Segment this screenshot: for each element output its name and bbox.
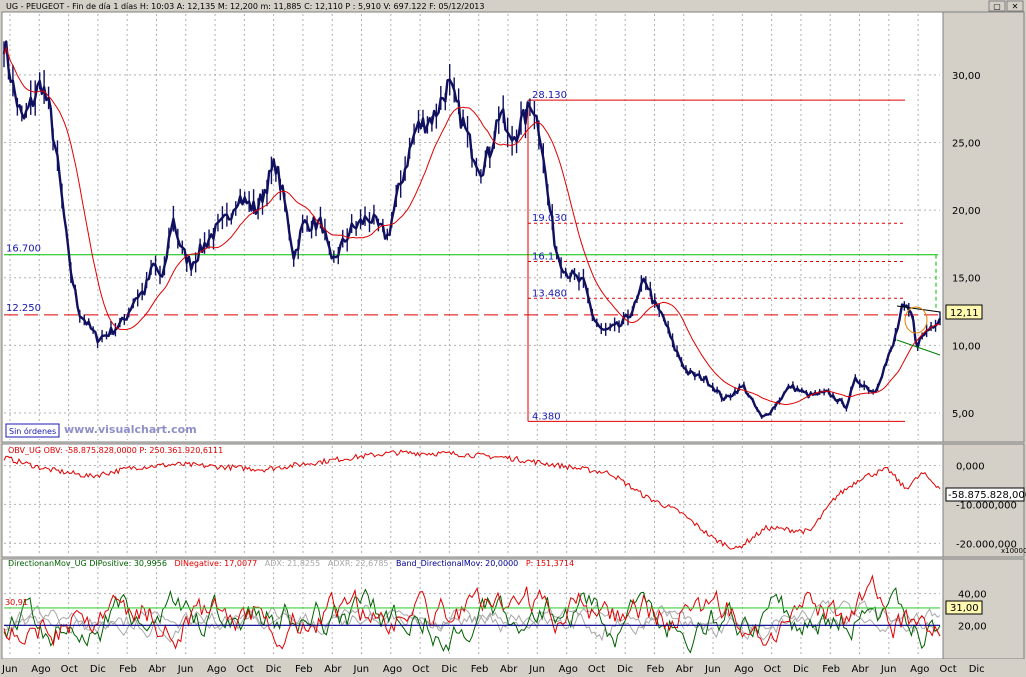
time-axis-label: Oct: [412, 664, 429, 675]
dmi-legend: DirectionanMov_UG DIPositive: 30,9956 DI…: [8, 559, 574, 568]
price-tick-label: 15,00: [952, 274, 981, 285]
chart-canvas: UG - PEUGEOT - Fin de día 1 días H: 10:0…: [0, 0, 1026, 677]
time-axis-label: Abr: [500, 664, 518, 675]
time-axis-label: Ago: [207, 664, 226, 675]
time-axis-label: Oct: [588, 664, 605, 675]
time-axis-label: Feb: [646, 664, 664, 675]
time-axis-label: Feb: [119, 664, 137, 675]
level-label-19030: 19.030: [532, 213, 567, 224]
time-axis-label: Dic: [617, 664, 633, 675]
time-axis-label: Abr: [676, 664, 694, 675]
dmi-current-label: 31,00: [950, 603, 979, 614]
time-axis-label: Dic: [969, 664, 985, 675]
obv-current-label: -58.875.828,000: [948, 490, 1026, 501]
legend-adxr: ADXR: 22,6785: [328, 559, 389, 568]
price-tick-label: 10,00: [952, 341, 981, 352]
time-axis-label: Jun: [528, 664, 545, 675]
time-axis-label: Ago: [734, 664, 753, 675]
time-axis-label: Dic: [793, 664, 809, 675]
level-label-13480: 13.480: [532, 288, 567, 299]
time-axis-label: Oct: [236, 664, 253, 675]
window-title: UG - PEUGEOT - Fin de día 1 días H: 10:0…: [6, 2, 484, 11]
legend-band: Band_DirectionalMov: 20,0000: [396, 559, 518, 568]
price-tick-label: 20,00: [952, 206, 981, 217]
obv-scale-note: x10000: [1001, 547, 1026, 555]
dmi-tick-label: 40,00: [958, 590, 987, 601]
price-tick-label: 5,00: [952, 409, 974, 420]
close-icon: ✕: [1012, 2, 1019, 11]
time-axis-label: Abr: [148, 664, 166, 675]
time-axis-label: Ago: [910, 664, 929, 675]
legend-p: P: 151,3714: [526, 559, 574, 568]
dmi-panel[interactable]: [1, 558, 944, 660]
watermark: www.visualchart.com: [64, 423, 197, 436]
current-price-label: 12,11: [950, 308, 979, 319]
level-label-16200: 16.1: [532, 251, 554, 262]
level-label-16700: 16.700: [6, 244, 41, 255]
dmi-left-value: 30,91: [5, 598, 28, 607]
legend-di-positive: DirectionanMov_UG DIPositive: 30,9956: [8, 559, 167, 568]
legend-di-negative: DINegative: 17,0077: [174, 559, 257, 568]
time-axis-label: Oct: [939, 664, 956, 675]
time-axis-label: Jun: [353, 664, 370, 675]
obv-panel[interactable]: [1, 443, 944, 558]
obv-legend: OBV_UG OBV: -58.875.828,0000 P: 250.361.…: [8, 446, 223, 455]
time-axis-label: Oct: [764, 664, 781, 675]
time-axis-label: Dic: [266, 664, 282, 675]
level-label-4380: 4.380: [532, 411, 561, 422]
obv-tick-label: -10.000,000: [956, 500, 1017, 511]
obv-tick-label: 0,000: [956, 461, 985, 472]
level-label-28130: 28.130: [532, 90, 567, 101]
time-axis-label: Ago: [31, 664, 50, 675]
time-axis-label: Abr: [324, 664, 342, 675]
time-axis-label: Feb: [471, 664, 489, 675]
time-axis-label: Jun: [880, 664, 897, 675]
time-axis-label: Feb: [295, 664, 313, 675]
status-badge-label: Sin órdenes: [9, 426, 56, 436]
time-axis-label: Jun: [704, 664, 721, 675]
time-axis-label: Oct: [61, 664, 78, 675]
price-tick-label: 30,00: [952, 71, 981, 82]
price-panel[interactable]: [1, 11, 944, 443]
time-axis-label: Ago: [383, 664, 402, 675]
time-axis-label: Dic: [90, 664, 106, 675]
time-axis-label: Jun: [177, 664, 194, 675]
dmi-tick-label: 20,00: [958, 621, 987, 632]
maximize-icon: ▢: [993, 2, 1001, 11]
price-tick-label: 25,00: [952, 138, 981, 149]
legend-adx: ADX: 21,8255: [265, 559, 320, 568]
time-axis-label: Abr: [852, 664, 870, 675]
time-axis-label: Feb: [822, 664, 840, 675]
time-axis-label: Jun: [1, 664, 18, 675]
time-axis-label: Dic: [441, 664, 457, 675]
level-label-12250: 12.250: [6, 303, 41, 314]
time-axis-label: Ago: [559, 664, 578, 675]
